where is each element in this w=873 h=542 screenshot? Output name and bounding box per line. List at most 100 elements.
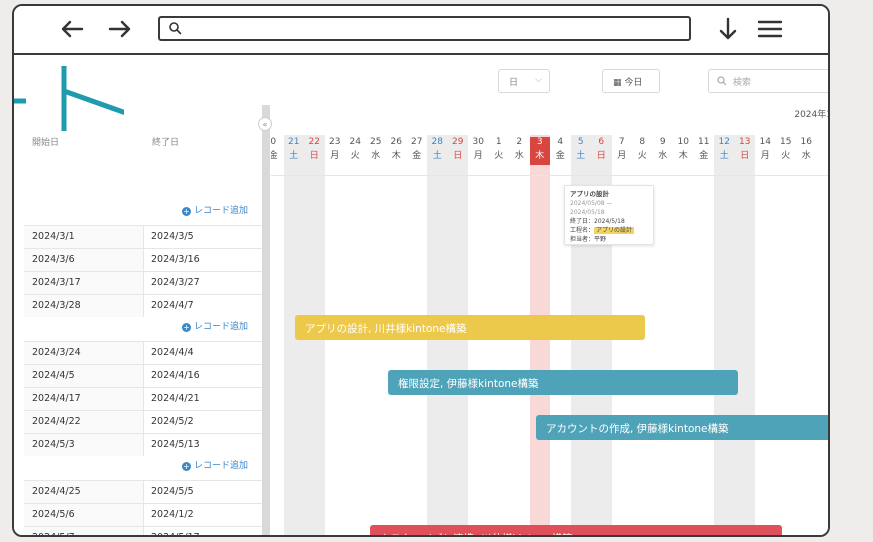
- weekday: 金: [271, 148, 284, 161]
- day-number: 30: [472, 137, 484, 147]
- table-row[interactable]: 2024/4/5 2024/4/16: [24, 364, 262, 387]
- add-record-link[interactable]: + レコード追加: [182, 458, 248, 471]
- day-number: 26: [390, 137, 402, 147]
- tooltip-owner: 担当者：平野: [570, 236, 607, 243]
- search-icon: [169, 22, 182, 35]
- gantt-bar[interactable]: アプリの設計, 川井様kintone構築: [295, 315, 645, 340]
- day-column: 14 月: [755, 135, 776, 535]
- day-number: 27: [411, 137, 423, 147]
- table-row[interactable]: 2024/5/72024/5/17: [24, 526, 262, 535]
- add-record-link[interactable]: + レコード追加: [182, 319, 248, 332]
- table-row[interactable]: 2024/3/24 2024/4/4: [24, 341, 262, 364]
- add-record-link[interactable]: + レコード追加: [182, 203, 248, 216]
- table-row[interactable]: 2024/4/22 2024/5/2: [24, 410, 262, 433]
- day-number: 29: [452, 137, 464, 147]
- plus-icon: +: [182, 323, 191, 332]
- header-divider: [271, 175, 828, 176]
- weekday: 水: [801, 151, 811, 161]
- table-row[interactable]: 2024/5/3 2024/5/13: [24, 433, 262, 456]
- start-date-cell: 2024/4/5: [24, 365, 144, 387]
- day-number: 0: [271, 137, 284, 147]
- end-date-cell: 2024/3/16: [151, 254, 200, 265]
- add-record-label: レコード追加: [194, 206, 249, 216]
- app-content: 日 ⌵ ▦ 今日 検索 開始日 終了日 + レコード追加 2024/3/1 2024/…: [14, 55, 828, 535]
- forward-arrow-icon[interactable]: [106, 16, 134, 42]
- table-row[interactable]: 2024/3/1 2024/3/5: [24, 225, 262, 248]
- weekday: 火: [494, 151, 504, 161]
- view-select[interactable]: 日 ⌵: [498, 69, 550, 93]
- gantt-calendar: 2024年1 0金21土22日23月24火25水26木27金28土29日30月1…: [271, 105, 828, 535]
- end-date-cell: 2024/1/2: [151, 509, 194, 520]
- day-column: 9水: [653, 135, 674, 535]
- weekday: 日: [596, 151, 606, 161]
- gantt-bar[interactable]: 権限設定, 伊藤様kintone構築: [388, 370, 738, 395]
- end-date-cell: 2024/5/2: [151, 416, 194, 427]
- end-date-cell: 2024/5/13: [151, 439, 200, 450]
- weekday: 土: [576, 151, 586, 161]
- start-date-cell: 2024/3/24: [24, 342, 144, 364]
- end-date-cell: 2024/3/5: [151, 231, 194, 242]
- gantt-bar[interactable]: アカウントの作成, 伊藤様kintone構築: [536, 415, 828, 440]
- day-column: 12 土: [714, 135, 735, 535]
- table-row[interactable]: 2024/3/28 2024/4/7: [24, 294, 262, 317]
- weekday: 木: [678, 151, 688, 161]
- day-column: 0金: [271, 135, 284, 535]
- search-field[interactable]: 検索: [708, 69, 828, 93]
- table-row[interactable]: 2024/5/6 2024/1/2: [24, 503, 262, 526]
- day-number: 8: [639, 137, 646, 147]
- table-row[interactable]: 2024/3/17 2024/3/27: [24, 271, 262, 294]
- tooltip-process-label: 工程名：: [570, 227, 595, 234]
- end-date-cell: 2024/4/21: [151, 393, 200, 404]
- start-date-cell: 2024/4/17: [24, 388, 144, 410]
- tooltip-end: 終了日：2024/5/18: [570, 218, 625, 225]
- start-date-cell: 2024/3/1: [24, 226, 144, 248]
- day-number: 2: [516, 137, 523, 147]
- weekday: 月: [473, 151, 483, 161]
- end-date-header: 終了日: [152, 138, 180, 148]
- tooltip-range: 2024/05/08 — 2024/05/18: [570, 200, 613, 216]
- end-date-cell: 2024/5/5: [151, 486, 194, 497]
- pane-splitter[interactable]: [262, 105, 270, 535]
- chevron-down-icon: ⌵: [535, 75, 542, 85]
- weekday: 木: [535, 151, 545, 161]
- day-number: 23: [329, 137, 341, 147]
- plus-icon: +: [182, 462, 191, 471]
- day-column: 16 水: [796, 135, 817, 535]
- day-number: 5: [577, 137, 584, 147]
- weekday: 土: [432, 151, 442, 161]
- end-date-cell: 2024/4/7: [151, 300, 194, 311]
- day-number: 24: [349, 137, 361, 147]
- day-number: 9: [659, 137, 666, 147]
- collapse-icon[interactable]: «: [258, 117, 272, 131]
- start-date-header: 開始日: [32, 138, 60, 148]
- day-number: 28: [431, 137, 443, 147]
- address-bar[interactable]: [158, 16, 691, 41]
- table-row[interactable]: 2024/4/17 2024/4/21: [24, 387, 262, 410]
- start-date-cell: 2024/3/28: [24, 295, 144, 317]
- weekday: 土: [719, 151, 729, 161]
- start-date-cell: 2024/3/6: [24, 249, 144, 271]
- day-number: 15: [780, 137, 792, 147]
- device-frame: 日 ⌵ ▦ 今日 検索 開始日 終了日 + レコード追加 2024/3/1 2024/…: [12, 4, 830, 537]
- table-row[interactable]: 2024/3/6 2024/3/16: [24, 248, 262, 271]
- calendar-icon: ▦: [613, 78, 622, 88]
- download-arrow-icon[interactable]: [714, 16, 742, 42]
- day-number: 21: [288, 137, 300, 147]
- day-number: 6: [598, 137, 605, 147]
- day-number: 16: [800, 137, 812, 147]
- search-icon: [717, 76, 727, 86]
- weekday: 金: [412, 151, 422, 161]
- weekday: 水: [514, 151, 524, 161]
- view-select-value: 日: [509, 78, 519, 88]
- menu-icon[interactable]: [756, 16, 784, 42]
- end-date-cell: 2024/4/16: [151, 370, 200, 381]
- address-input[interactable]: [188, 18, 682, 41]
- weekday: 日: [309, 151, 319, 161]
- back-arrow-icon[interactable]: [58, 16, 86, 42]
- start-date-cell: 2024/4/22: [24, 411, 144, 433]
- end-date-cell: 2024/3/27: [151, 277, 200, 288]
- today-button[interactable]: ▦ 今日: [602, 69, 660, 93]
- gantt-bar[interactable]: カスタマイズと連携, 川井様kintone構築: [370, 525, 782, 535]
- browser-toolbar: [14, 6, 828, 55]
- table-row[interactable]: 2024/4/25 2024/5/5: [24, 480, 262, 503]
